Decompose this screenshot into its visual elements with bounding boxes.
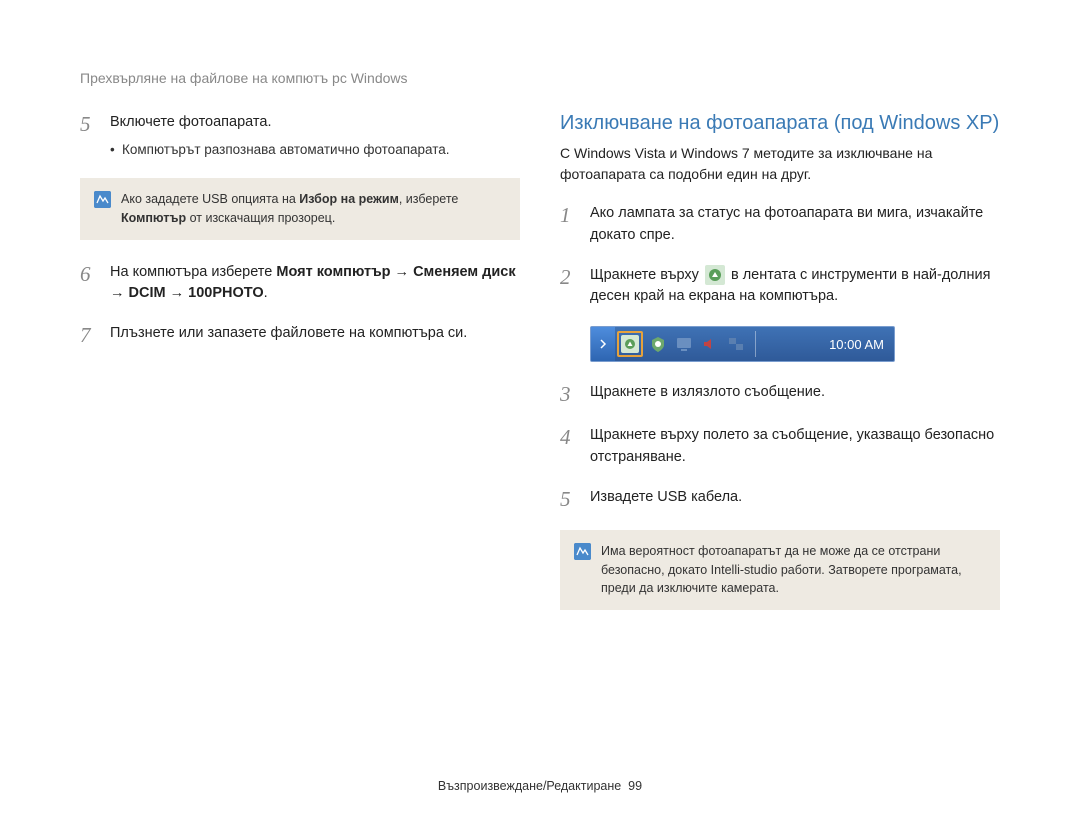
left-column: 5 Включете фотоапарата. Компютърът разпо… [80,112,520,632]
note-icon [574,543,591,560]
right-column: Изключване на фотоапарата (под Windows X… [560,112,1000,632]
tray-shield-icon [647,333,669,355]
note-text: Ако зададете USB опцията на Избор на реж… [121,190,506,228]
step-7: 7 Плъзнете или запазете файловете на ком… [80,323,520,348]
step-5r: 5 Извадете USB кабела. [560,487,1000,512]
step-3: 3 Щракнете в излязлото съобщение. [560,382,1000,407]
step-bullet: Компютърът разпознава автоматично фотоап… [110,140,520,160]
eject-icon [705,265,725,285]
step-5: 5 Включете фотоапарата. Компютърът разпо… [80,112,520,160]
step-2: 2 Щракнете върху в лентата с инструменти… [560,265,1000,309]
step-number: 6 [80,262,98,306]
section-title: Изключване на фотоапарата (под Windows X… [560,112,1000,135]
tray-separator [755,331,759,357]
step-number: 7 [80,323,98,348]
tray-clock: 10:00 AM [819,337,894,352]
step-number: 3 [560,382,578,407]
step-text: Щракнете в излязлото съобщение. [590,382,1000,407]
step-4: 4 Щракнете върху полето за съобщение, ук… [560,425,1000,469]
taskbar-image: 10:00 AM [590,326,895,362]
page-header: Прехвърляне на файлове на компютъ pc Win… [80,70,1000,86]
step-text: Извадете USB кабела. [590,487,1000,512]
note-icon [94,191,111,208]
note-box-left: Ако зададете USB опцията на Избор на реж… [80,178,520,240]
step-text: Включете фотоапарата. [110,114,271,130]
step-number: 5 [560,487,578,512]
step-text: Плъзнете или запазете файловете на компю… [110,323,520,348]
tray-eject-icon [617,331,643,357]
note-text: Има вероятност фотоапаратът да не може д… [601,542,986,598]
tray-volume-icon [699,333,721,355]
step-number: 2 [560,265,578,309]
step-number: 5 [80,112,98,160]
step-number: 4 [560,425,578,469]
step-text: Ако лампата за статус на фотоапарата ви … [590,203,1000,247]
tray-monitor-icon [673,333,695,355]
step-number: 1 [560,203,578,247]
step-text: На компютъра изберете Моят компютър → См… [110,262,520,306]
section-intro: С Windows Vista и Windows 7 методите за … [560,143,1000,185]
step-1: 1 Ако лампата за статус на фотоапарата в… [560,203,1000,247]
note-box-right: Има вероятност фотоапаратът да не може д… [560,530,1000,610]
tray-expand-icon [591,326,615,362]
step-6: 6 На компютъра изберете Моят компютър → … [80,262,520,306]
tray-network-icon [725,333,747,355]
step-text: Щракнете върху в лентата с инструменти в… [590,265,1000,309]
page-footer: Възпроизвеждане/Редактиране 99 [0,779,1080,793]
step-text: Щракнете върху полето за съобщение, указ… [590,425,1000,469]
